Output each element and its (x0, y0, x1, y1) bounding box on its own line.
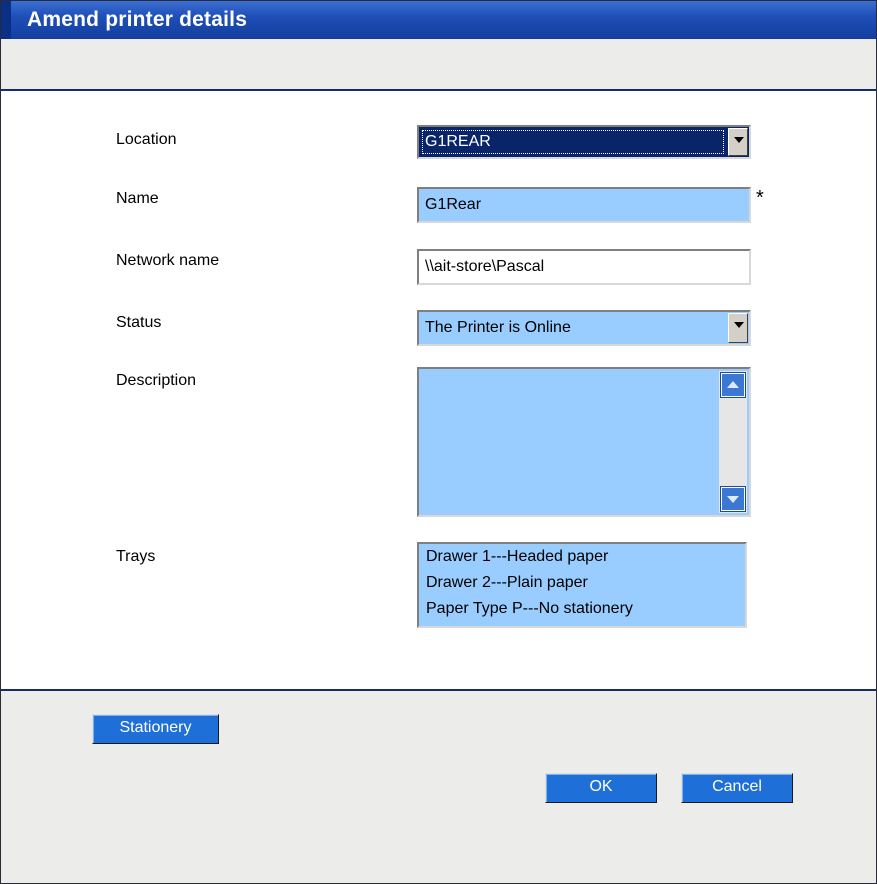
scroll-up-icon[interactable] (721, 373, 745, 397)
location-value: G1REAR (425, 133, 491, 150)
trays-listbox[interactable]: Drawer 1---Headed paper Drawer 2---Plain… (417, 542, 747, 628)
list-item[interactable]: Drawer 1---Headed paper (426, 548, 608, 566)
network-name-value: \\ait-store\Pascal (425, 258, 545, 275)
location-select[interactable]: G1REAR (417, 125, 751, 159)
name-field[interactable]: G1Rear (417, 187, 751, 223)
status-select[interactable]: The Printer is Online (417, 310, 751, 346)
chevron-down-icon[interactable] (728, 313, 748, 343)
network-name-label: Network name (116, 252, 220, 269)
amend-printer-dialog: Amend printer details Location G1REAR Na… (0, 0, 877, 884)
list-item[interactable]: Paper Type P---No stationery (426, 600, 633, 618)
description-textarea[interactable] (417, 367, 751, 517)
status-label: Status (116, 314, 162, 331)
stationery-button[interactable]: Stationery (92, 714, 219, 744)
description-scrollbar[interactable] (719, 371, 747, 513)
dialog-title: Amend printer details (27, 8, 248, 31)
status-value: The Printer is Online (425, 319, 571, 336)
title-bar-edge (1, 1, 11, 39)
name-label: Name (116, 190, 159, 207)
location-label: Location (116, 131, 177, 148)
title-bar: Amend printer details (1, 1, 876, 39)
scroll-down-icon[interactable] (721, 487, 745, 511)
header-panel (1, 39, 876, 89)
chevron-down-icon[interactable] (728, 128, 748, 156)
list-item[interactable]: Drawer 2---Plain paper (426, 574, 588, 592)
ok-button[interactable]: OK (545, 773, 657, 803)
cancel-button[interactable]: Cancel (681, 773, 793, 803)
trays-label: Trays (116, 548, 156, 565)
name-value: G1Rear (425, 196, 482, 213)
network-name-field[interactable]: \\ait-store\Pascal (417, 249, 751, 285)
description-label: Description (116, 372, 197, 389)
required-marker: * (756, 187, 764, 209)
